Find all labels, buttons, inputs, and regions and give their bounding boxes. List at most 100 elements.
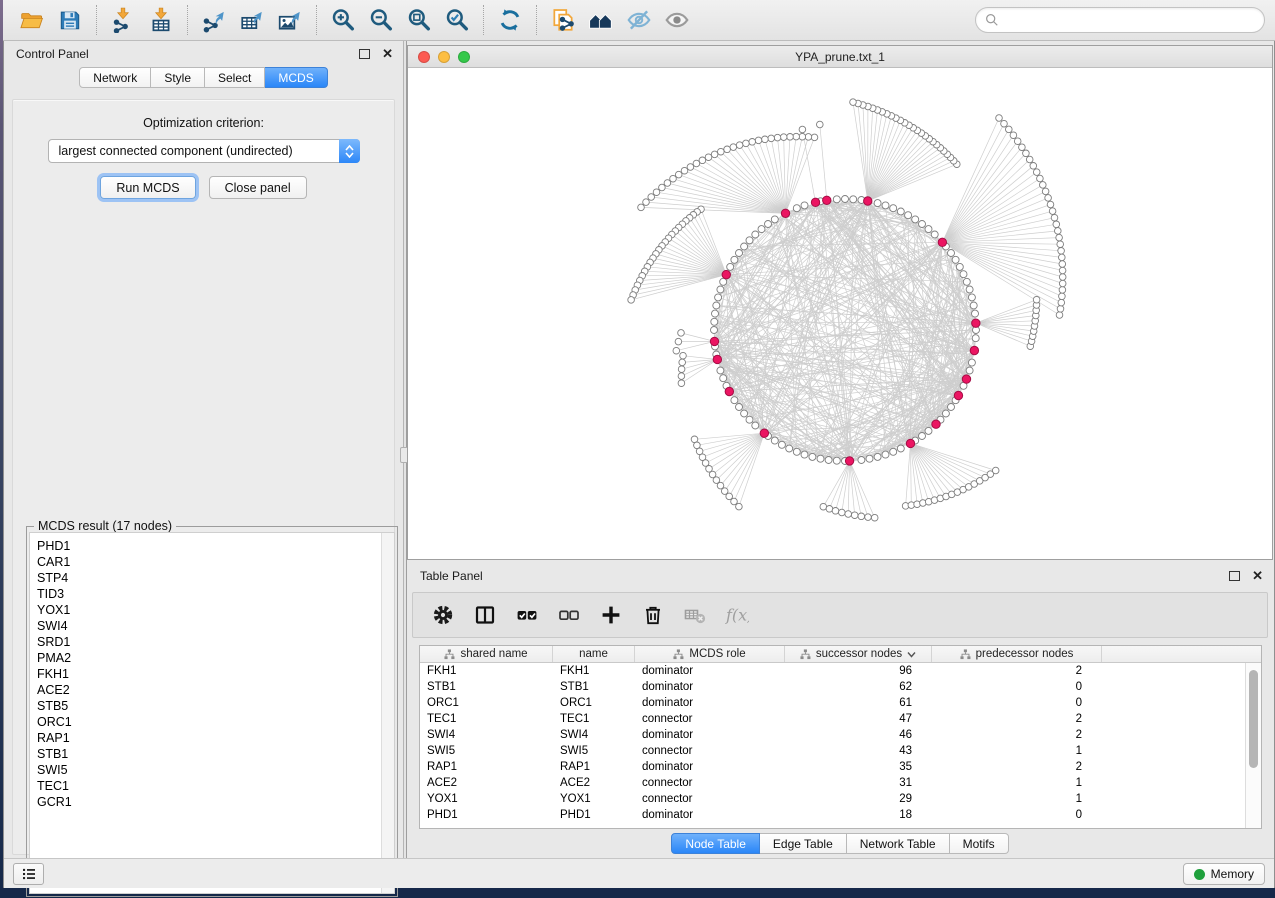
dominator-node[interactable] bbox=[811, 198, 819, 206]
column-header-MCDS-role[interactable]: MCDS role bbox=[635, 646, 785, 662]
dominator-node[interactable] bbox=[938, 238, 946, 246]
mcds-result-item[interactable]: STP4 bbox=[37, 570, 394, 586]
network-canvas[interactable] bbox=[408, 68, 1272, 559]
first-neighbors-button[interactable] bbox=[582, 4, 620, 36]
tab-style[interactable]: Style bbox=[151, 67, 205, 88]
tab-network-table[interactable]: Network Table bbox=[847, 833, 950, 854]
run-mcds-button[interactable]: Run MCDS bbox=[100, 176, 195, 199]
mcds-result-item[interactable]: YOX1 bbox=[37, 602, 394, 618]
table-row[interactable]: SWI5SWI5connector431 bbox=[420, 743, 1261, 759]
show-columns-button[interactable] bbox=[471, 601, 499, 629]
dominator-node[interactable] bbox=[970, 346, 978, 354]
dominator-node[interactable] bbox=[864, 197, 872, 205]
column-header-predecessor-nodes[interactable]: predecessor nodes bbox=[932, 646, 1102, 662]
export-image-button[interactable] bbox=[271, 4, 309, 36]
dominator-node[interactable] bbox=[932, 420, 940, 428]
dominator-node[interactable] bbox=[954, 391, 962, 399]
mcds-result-item[interactable]: STB5 bbox=[37, 698, 394, 714]
cell-name: SWI5 bbox=[553, 743, 635, 759]
criterion-dropdown[interactable]: largest connected component (undirected) bbox=[48, 139, 360, 163]
table-row[interactable]: ORC1ORC1dominator610 bbox=[420, 695, 1261, 711]
cell-MCDS-role: dominator bbox=[635, 695, 785, 711]
cell-shared-name: ACE2 bbox=[420, 775, 553, 791]
table-row[interactable]: FKH1FKH1dominator962 bbox=[420, 663, 1261, 679]
new-network-from-selection-button[interactable] bbox=[544, 4, 582, 36]
column-header-shared-name[interactable]: shared name bbox=[420, 646, 553, 662]
dominator-node[interactable] bbox=[906, 439, 914, 447]
export-network-button[interactable] bbox=[195, 4, 233, 36]
memory-button[interactable]: Memory bbox=[1183, 863, 1265, 885]
delete-column-button[interactable] bbox=[639, 601, 667, 629]
mcds-result-item[interactable]: ACE2 bbox=[37, 682, 394, 698]
table-row[interactable]: SWI4SWI4dominator462 bbox=[420, 727, 1261, 743]
zoom-out-button[interactable] bbox=[362, 4, 400, 36]
tab-motifs[interactable]: Motifs bbox=[950, 833, 1009, 854]
open-file-button[interactable] bbox=[13, 4, 51, 36]
dominator-node[interactable] bbox=[962, 375, 970, 383]
export-table-button[interactable] bbox=[233, 4, 271, 36]
mcds-result-item[interactable]: TID3 bbox=[37, 586, 394, 602]
mcds-result-item[interactable]: SRD1 bbox=[37, 634, 394, 650]
mcds-result-item[interactable]: PMA2 bbox=[37, 650, 394, 666]
hide-selected-button[interactable] bbox=[620, 4, 658, 36]
dominator-node[interactable] bbox=[713, 355, 721, 363]
tab-select[interactable]: Select bbox=[205, 67, 265, 88]
mcds-result-item[interactable]: GCR1 bbox=[37, 794, 394, 810]
import-table-button[interactable] bbox=[142, 4, 180, 36]
tab-edge-table[interactable]: Edge Table bbox=[760, 833, 847, 854]
mcds-result-item[interactable]: ORC1 bbox=[37, 714, 394, 730]
deselect-all-rows-button[interactable] bbox=[555, 601, 583, 629]
close-panel-button[interactable]: Close panel bbox=[209, 176, 307, 199]
mcds-result-item[interactable]: SWI5 bbox=[37, 762, 394, 778]
zoom-fit-button[interactable] bbox=[400, 4, 438, 36]
select-all-rows-button[interactable] bbox=[513, 601, 541, 629]
add-column-button[interactable] bbox=[597, 601, 625, 629]
save-session-button[interactable] bbox=[51, 4, 89, 36]
table-row[interactable]: STB1STB1dominator620 bbox=[420, 679, 1261, 695]
dominator-node[interactable] bbox=[725, 387, 733, 395]
dominator-node[interactable] bbox=[760, 429, 768, 437]
mcds-result-item[interactable]: CAR1 bbox=[37, 554, 394, 570]
search-box bbox=[975, 7, 1265, 33]
float-table-panel-button[interactable] bbox=[1229, 571, 1240, 581]
refresh-button[interactable] bbox=[491, 4, 529, 36]
table-scrollbar-thumb[interactable] bbox=[1249, 670, 1258, 768]
import-network-button[interactable] bbox=[104, 4, 142, 36]
table-row[interactable]: PHD1PHD1dominator180 bbox=[420, 807, 1261, 823]
zoom-selected-icon bbox=[444, 7, 470, 33]
mcds-result-item[interactable]: FKH1 bbox=[37, 666, 394, 682]
cell-predecessor-nodes: 1 bbox=[932, 791, 1102, 807]
task-history-button[interactable] bbox=[13, 863, 44, 885]
mcds-result-item[interactable]: TEC1 bbox=[37, 778, 394, 794]
dominator-node[interactable] bbox=[781, 209, 789, 217]
close-table-panel-icon[interactable]: ✕ bbox=[1252, 571, 1263, 581]
dominator-node[interactable] bbox=[710, 337, 718, 345]
search-input[interactable] bbox=[1005, 13, 1255, 27]
zoom-selected-button[interactable] bbox=[438, 4, 476, 36]
table-row[interactable]: ACE2ACE2connector311 bbox=[420, 775, 1261, 791]
column-header-name[interactable]: name bbox=[553, 646, 635, 662]
zoom-in-button[interactable] bbox=[324, 4, 362, 36]
table-row[interactable]: TEC1TEC1connector472 bbox=[420, 711, 1261, 727]
column-header-successor-nodes[interactable]: successor nodes bbox=[785, 646, 932, 662]
mcds-list-scrollbar[interactable] bbox=[381, 533, 394, 893]
tab-mcds[interactable]: MCDS bbox=[265, 67, 327, 88]
tab-network[interactable]: Network bbox=[79, 67, 151, 88]
table-row[interactable]: RAP1RAP1dominator352 bbox=[420, 759, 1261, 775]
table-settings-button[interactable] bbox=[429, 601, 457, 629]
dominator-node[interactable] bbox=[845, 457, 853, 465]
float-panel-button[interactable] bbox=[359, 49, 370, 59]
close-panel-icon[interactable]: ✕ bbox=[382, 49, 393, 59]
mcds-result-item[interactable]: STB1 bbox=[37, 746, 394, 762]
mcds-result-item[interactable]: PHD1 bbox=[37, 538, 394, 554]
cell-predecessor-nodes: 0 bbox=[932, 807, 1102, 823]
table-row[interactable]: YOX1YOX1connector291 bbox=[420, 791, 1261, 807]
dominator-node[interactable] bbox=[823, 196, 831, 204]
dominator-node[interactable] bbox=[972, 319, 980, 327]
dominator-node[interactable] bbox=[722, 270, 730, 278]
show-all-button[interactable] bbox=[658, 4, 696, 36]
mcds-result-item[interactable]: SWI4 bbox=[37, 618, 394, 634]
mcds-result-item[interactable]: RAP1 bbox=[37, 730, 394, 746]
tab-node-table[interactable]: Node Table bbox=[671, 833, 760, 854]
table-scrollbar[interactable] bbox=[1245, 663, 1261, 828]
